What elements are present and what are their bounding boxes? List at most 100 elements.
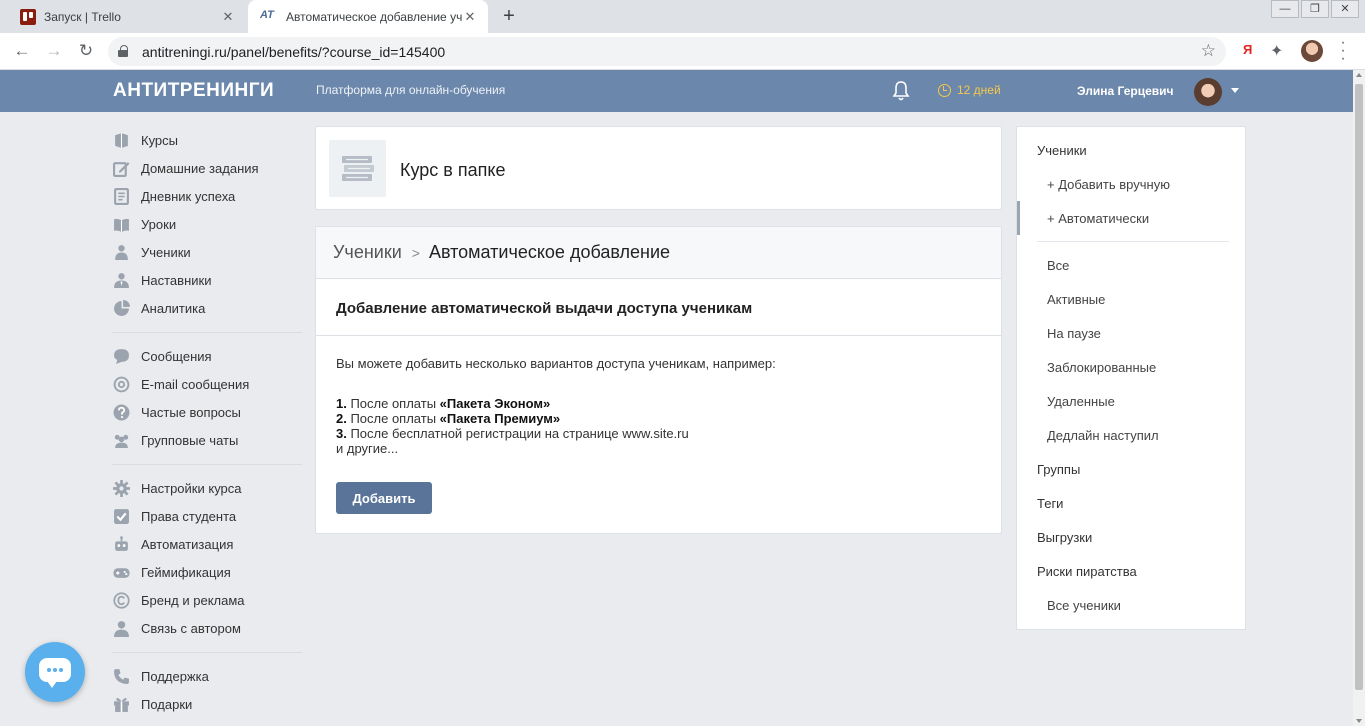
course-thumbnail[interactable] xyxy=(329,140,386,197)
reload-icon[interactable]: ↻ xyxy=(74,40,98,62)
site-favicon-icon: AT xyxy=(260,8,274,21)
sidebar-item-brand-ads[interactable]: Бренд и реклама xyxy=(112,586,302,614)
sidebar-item-contact-author[interactable]: Связь с автором xyxy=(112,614,302,642)
example-item: 1. После оплаты «Пакета Эконом» xyxy=(336,396,551,411)
menu-students[interactable]: Ученики xyxy=(1037,143,1087,158)
examples-tail: и другие... xyxy=(336,441,399,456)
messages-icon xyxy=(112,348,130,364)
sidebar-item-label: Домашние задания xyxy=(141,160,259,176)
sidebar-item-email-messages[interactable]: E-mail сообщения xyxy=(112,370,302,398)
sidebar-item-lessons[interactable]: Уроки xyxy=(112,210,302,238)
menu-piracy-risks[interactable]: Риски пиратства xyxy=(1037,564,1137,579)
sidebar-item-label: Сообщения xyxy=(141,348,212,364)
browser-menu-icon[interactable]: · · · xyxy=(1338,35,1348,67)
sidebar-item-gifts[interactable]: Подарки xyxy=(112,690,302,718)
checkbox-icon xyxy=(112,508,130,524)
breadcrumb-students-link[interactable]: Ученики xyxy=(333,242,402,263)
sidebar-item-group-chats[interactable]: Групповые чаты xyxy=(112,426,302,454)
book-icon xyxy=(112,132,130,148)
back-arrow-icon[interactable]: ← xyxy=(10,40,34,62)
menu-exports[interactable]: Выгрузки xyxy=(1037,530,1092,545)
copyright-icon xyxy=(112,591,130,609)
site-header: АНТИТРЕНИНГИ Платформа для онлайн-обучен… xyxy=(0,70,1353,112)
filter-blocked[interactable]: Заблокированные xyxy=(1047,360,1156,375)
sidebar-item-label: Наставники xyxy=(141,272,212,288)
close-icon[interactable]: ✕ xyxy=(220,9,236,25)
sidebar-nav: Курсы Домашние задания Дневник успеха Ур… xyxy=(112,126,302,718)
browser-tab-bar: Запуск | Trello ✕ AT Автоматическое доба… xyxy=(0,0,1365,33)
section-divider xyxy=(316,335,1001,336)
sidebar-item-students[interactable]: Ученики xyxy=(112,238,302,266)
close-icon[interactable]: ✕ xyxy=(462,9,478,25)
group-chat-icon xyxy=(112,432,130,448)
restore-button[interactable]: ❐ xyxy=(1301,0,1329,18)
sidebar-item-course-settings[interactable]: Настройки курса xyxy=(112,474,302,502)
scroll-down-arrow-icon[interactable] xyxy=(1356,719,1362,723)
scroll-up-arrow-icon[interactable] xyxy=(1356,73,1362,77)
section-title: Добавление автоматической выдачи доступа… xyxy=(336,300,753,317)
filter-active[interactable]: Активные xyxy=(1047,292,1105,307)
scrollbar-thumb[interactable] xyxy=(1355,84,1363,690)
example-item: 3. После бесплатной регистрации на стран… xyxy=(336,426,689,441)
diary-icon xyxy=(112,187,130,205)
page-scrollbar[interactable] xyxy=(1353,70,1365,726)
filter-deleted[interactable]: Удаленные xyxy=(1047,394,1115,409)
filter-paused[interactable]: На паузе xyxy=(1047,326,1101,341)
sidebar-item-analytics[interactable]: Аналитика xyxy=(112,294,302,322)
browser-profile-avatar[interactable] xyxy=(1301,40,1323,62)
menu-add-auto[interactable]: + Автоматически xyxy=(1047,211,1149,226)
sidebar-item-label: Настройки курса xyxy=(141,480,242,496)
forward-arrow-icon[interactable]: → xyxy=(42,40,66,62)
minimize-button[interactable]: — xyxy=(1271,0,1299,18)
sidebar-item-mentors[interactable]: Наставники xyxy=(112,266,302,294)
sidebar-item-support[interactable]: Поддержка xyxy=(112,662,302,690)
sidebar-item-homework[interactable]: Домашние задания xyxy=(112,154,302,182)
sidebar-item-label: Подарки xyxy=(141,696,193,712)
sidebar-item-gamification[interactable]: Геймификация xyxy=(112,558,302,586)
clock-icon xyxy=(938,83,951,97)
new-tab-button[interactable]: + xyxy=(498,5,520,27)
filter-deadline[interactable]: Дедлайн наступил xyxy=(1047,428,1159,443)
window-close-button[interactable]: ✕ xyxy=(1331,0,1359,18)
tab-title: Запуск | Trello xyxy=(44,9,121,24)
chat-support-button[interactable] xyxy=(25,642,85,702)
sidebar-item-label: Курсы xyxy=(141,132,179,148)
sidebar-item-automation[interactable]: Автоматизация xyxy=(112,530,302,558)
breadcrumb: Ученики > Автоматическое добавление xyxy=(316,227,1001,279)
menu-tags[interactable]: Теги xyxy=(1037,496,1063,511)
bell-icon[interactable] xyxy=(892,80,910,102)
trello-favicon-icon xyxy=(20,8,36,25)
sidebar-item-label: Частые вопросы xyxy=(141,404,241,420)
tab-antitreningi[interactable]: AT Автоматическое добавление уч ✕ xyxy=(248,0,488,33)
bookmark-star-icon[interactable]: ☆ xyxy=(1201,41,1216,61)
sidebar-item-label: E-mail сообщения xyxy=(141,376,250,392)
extensions-puzzle-icon[interactable]: ✦ xyxy=(1270,41,1283,61)
add-button[interactable]: Добавить xyxy=(336,482,432,514)
sidebar-item-label: Геймификация xyxy=(141,564,231,580)
at-icon xyxy=(112,376,130,392)
sidebar-divider xyxy=(112,332,302,333)
address-bar[interactable]: antitreningi.ru/panel/benefits/?course_i… xyxy=(108,37,1226,66)
site-logo[interactable]: АНТИТРЕНИНГИ xyxy=(113,80,274,102)
sidebar-item-courses[interactable]: Курсы xyxy=(112,126,302,154)
sidebar-item-label: Уроки xyxy=(141,216,177,232)
trial-days-badge[interactable]: 12 дней xyxy=(938,83,1001,97)
sidebar-item-student-rights[interactable]: Права студента xyxy=(112,502,302,530)
sidebar-item-faq[interactable]: Частые вопросы xyxy=(112,398,302,426)
filter-all[interactable]: Все xyxy=(1047,258,1069,273)
menu-groups[interactable]: Группы xyxy=(1037,462,1080,477)
user-icon xyxy=(112,620,130,637)
avatar[interactable] xyxy=(1194,78,1222,106)
tab-trello[interactable]: Запуск | Trello ✕ xyxy=(8,0,246,33)
menu-all-students[interactable]: Все ученики xyxy=(1047,598,1121,613)
gamepad-icon xyxy=(112,564,130,580)
sidebar-item-success-diary[interactable]: Дневник успеха xyxy=(112,182,302,210)
chevron-down-icon[interactable] xyxy=(1231,88,1239,93)
user-name[interactable]: Элина Герцевич xyxy=(1077,84,1173,98)
yandex-extension-icon[interactable]: Я xyxy=(1243,42,1252,57)
sidebar-item-messages[interactable]: Сообщения xyxy=(112,342,302,370)
edit-icon xyxy=(112,160,130,177)
site-tagline: Платформа для онлайн-обучения xyxy=(316,83,506,97)
sidebar-item-label: Ученики xyxy=(141,244,191,260)
menu-add-manual[interactable]: + Добавить вручную xyxy=(1047,177,1170,192)
